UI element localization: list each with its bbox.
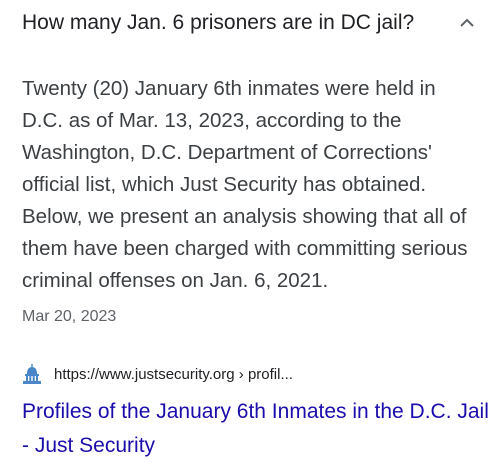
answer-date: Mar 20, 2023 [22,308,117,325]
result-title-link[interactable]: Profiles of the January 6th Inmates in t… [22,395,492,463]
chevron-up-icon[interactable] [456,12,478,34]
faq-question-toggle[interactable]: How many Jan. 6 prisoners are in DC jail… [22,8,478,38]
source-url[interactable]: https://www.justsecurity.org › profil... [54,366,293,383]
source-row[interactable]: https://www.justsecurity.org › profil... [22,363,293,385]
answer-snippet: Twenty (20) January 6th inmates were hel… [22,77,468,292]
faq-question: How many Jan. 6 prisoners are in DC jail… [22,11,415,34]
capitol-building-icon [22,364,42,384]
